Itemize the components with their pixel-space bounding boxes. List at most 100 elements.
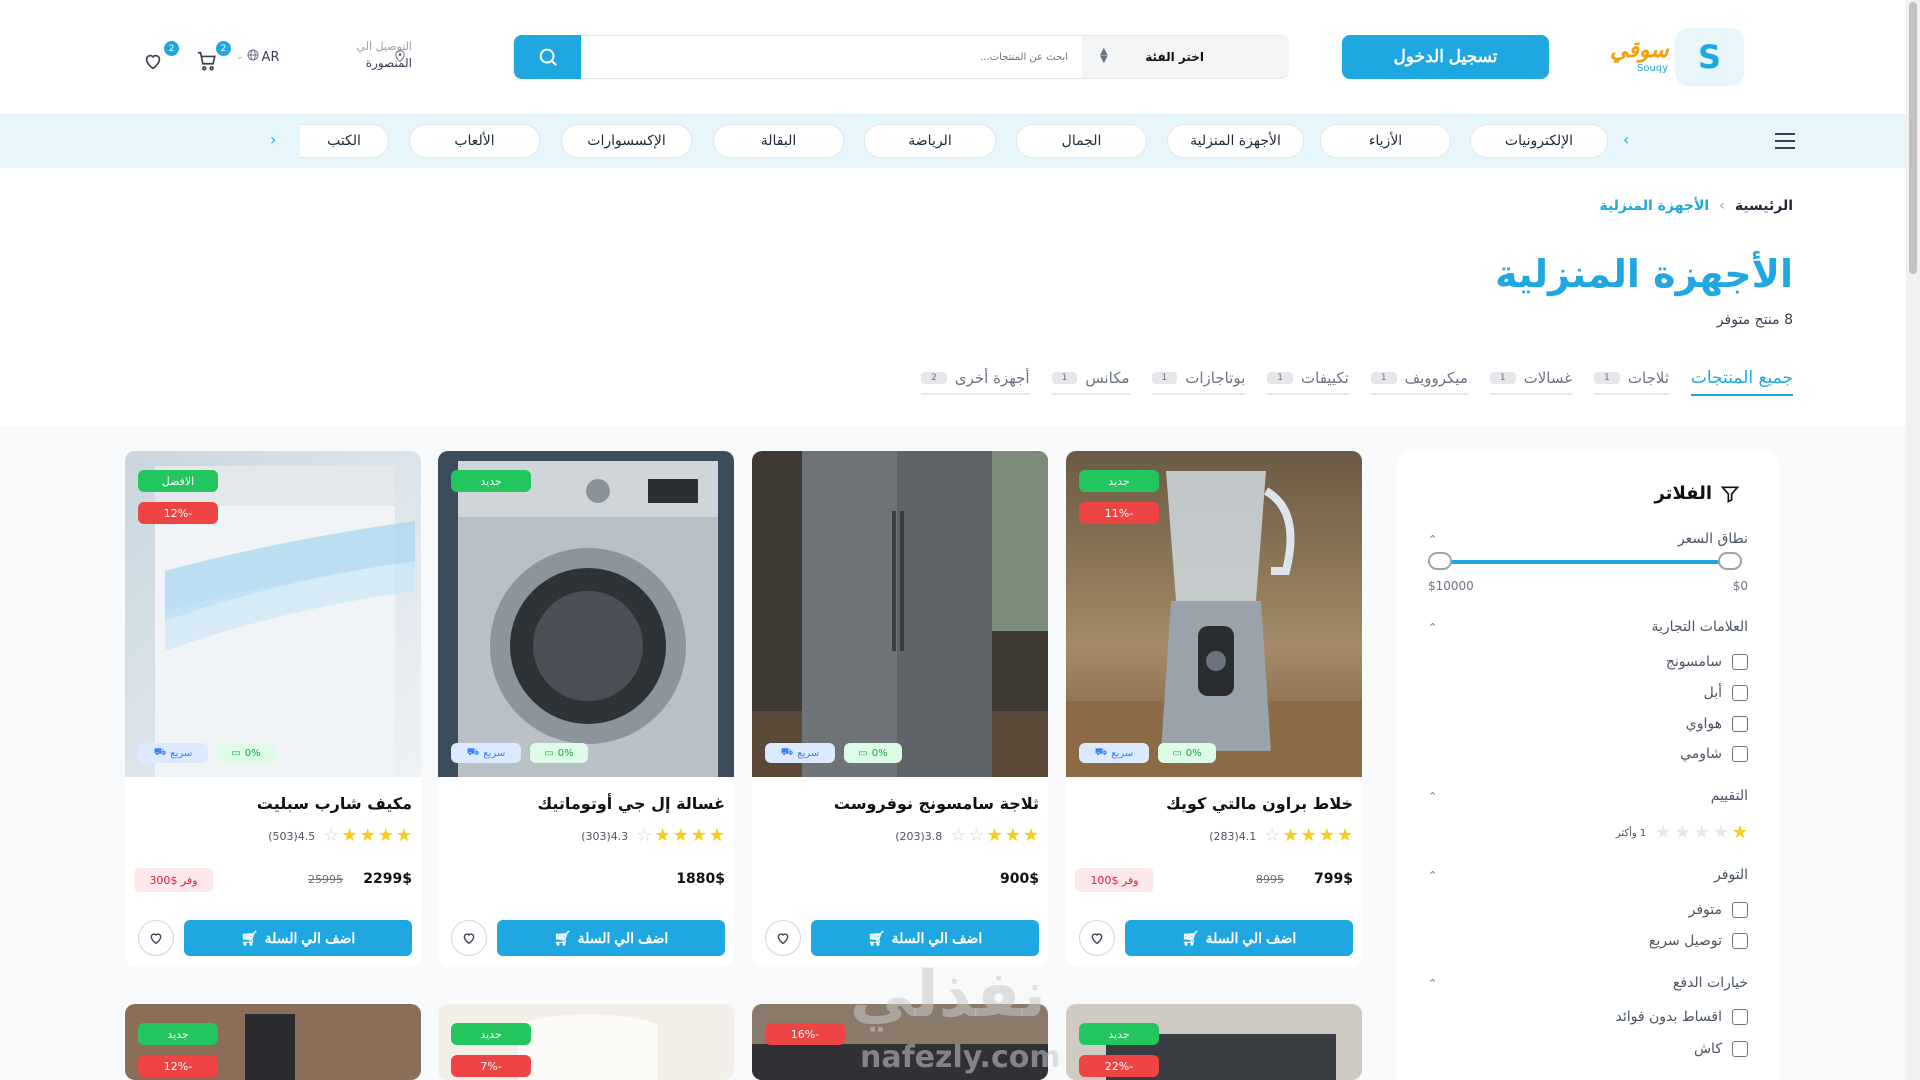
product-card[interactable]: جديد -7% <box>438 1004 734 1080</box>
old-price: 25995 <box>308 873 343 886</box>
product-name[interactable]: ثلاجة سامسونج نوفروست <box>834 794 1039 813</box>
product-name[interactable]: خلاط براون مالتي كويك <box>1166 794 1353 813</box>
availability-option[interactable]: توصيل سريع <box>1649 933 1748 949</box>
product-image-ac[interactable] <box>125 451 421 777</box>
discount-badge: -12% <box>138 1055 218 1077</box>
price-slider[interactable] <box>1432 560 1742 564</box>
category-select-label: اختر الفئة <box>1145 50 1204 64</box>
chevron-up-icon[interactable]: ⌃ <box>1428 533 1437 546</box>
checkbox[interactable] <box>1732 685 1748 701</box>
product-card[interactable]: جديد -11% سريع ⛟ 0% ▭ خلاط براون مالتي كوي… <box>1066 451 1362 967</box>
product-card[interactable]: جديد -22% <box>1066 1004 1362 1080</box>
language-switcher[interactable]: ⌄ AR <box>236 49 279 65</box>
login-button[interactable]: تسجيل الدخول <box>1342 35 1549 79</box>
nav-pill[interactable]: الإكسسوارات <box>561 124 692 158</box>
menu-icon[interactable] <box>1774 132 1796 154</box>
nav-pill[interactable]: الجمال <box>1016 124 1147 158</box>
card-icon: ▭ <box>231 747 241 759</box>
nav-pill[interactable]: الرياضة <box>864 124 996 158</box>
checkbox[interactable] <box>1732 746 1748 762</box>
cart-icon: 🛒︎ <box>867 929 886 946</box>
nav-pill[interactable]: الإلكترونيات <box>1470 124 1608 158</box>
page-title: الأجهزة المنزلية <box>1495 252 1793 296</box>
add-to-cart-button[interactable]: اضف الي السلة 🛒︎ <box>1125 920 1353 956</box>
brand-option[interactable]: سامسونج <box>1666 654 1748 670</box>
tab-others[interactable]: أجهزة أخرى 2 <box>921 369 1030 395</box>
star-icon: ★ <box>1318 825 1335 846</box>
product-card[interactable]: الافضل -12% سريع ⛟ 0% ▭ مكيف شارب سبليت ★ ★… <box>125 451 421 967</box>
checkbox[interactable] <box>1732 1009 1748 1025</box>
star-icon: ☆ <box>950 825 967 846</box>
add-to-cart-button[interactable]: اضف الي السلة 🛒︎ <box>811 920 1039 956</box>
checkbox[interactable] <box>1732 902 1748 918</box>
tab-washers[interactable]: غسالات 1 <box>1489 369 1573 395</box>
product-image-blender[interactable] <box>1066 451 1362 777</box>
logo-icon[interactable]: S <box>1675 28 1744 86</box>
discount-badge: -22% <box>1079 1055 1159 1077</box>
cart-button[interactable]: 2 <box>196 41 231 76</box>
tab-microwaves[interactable]: ميكروويف 1 <box>1370 369 1468 395</box>
chevron-up-icon[interactable]: ⌃ <box>1428 977 1437 990</box>
rating-filter[interactable]: ★ ★ ★ ★ ★ 1 وأكثر <box>1616 824 1748 842</box>
brand-option[interactable]: شاومي <box>1680 746 1748 762</box>
checkbox[interactable] <box>1732 933 1748 949</box>
search-button[interactable] <box>514 35 581 79</box>
wishlist-button[interactable] <box>451 920 487 956</box>
wishlist-button[interactable]: 2 <box>142 41 179 76</box>
tab-fridges[interactable]: ثلاجات 1 <box>1594 369 1669 395</box>
chevron-down-icon: ⌄ <box>236 52 244 62</box>
product-card[interactable]: سريع ⛟ 0% ▭ ثلاجة سامسونج نوفروست ★ ★ ★ ☆ ☆ 3.… <box>752 451 1048 967</box>
filters-panel: الفلاتر نطاق السعر ⌃ $10000 $0 العلامات … <box>1396 451 1780 1080</box>
fast-delivery-badge: سريع ⛟ <box>765 743 835 763</box>
breadcrumb-current[interactable]: الأجهزة المنزلية <box>1599 198 1709 214</box>
add-to-cart-button[interactable]: اضف الي السلة 🛒︎ <box>184 920 412 956</box>
fast-delivery-badge: سريع ⛟ <box>138 743 208 763</box>
product-name[interactable]: غسالة إل جي أوتوماتيك <box>537 794 725 813</box>
new-badge: جديد <box>451 1023 531 1045</box>
payment-option[interactable]: اقساط بدون فوائد <box>1615 1009 1748 1025</box>
nav-pill[interactable]: الكتب <box>300 124 389 158</box>
nav-pill[interactable]: الأزياء <box>1320 124 1451 158</box>
checkbox[interactable] <box>1732 1041 1748 1057</box>
nav-pill[interactable]: الأجهزة المنزلية <box>1167 124 1304 158</box>
chevron-left-icon[interactable]: ‹ <box>1623 130 1629 149</box>
nav-pill[interactable]: الألعاب <box>409 124 540 158</box>
price-slider-knob-min[interactable] <box>1718 552 1742 570</box>
nav-pill[interactable]: البقالة <box>713 124 844 158</box>
tab-vacuums[interactable]: مكانس 1 <box>1051 369 1130 395</box>
search-input[interactable] <box>582 36 1082 78</box>
chevron-up-icon[interactable]: ⌃ <box>1428 621 1437 634</box>
breadcrumb-home[interactable]: الرئيسية <box>1735 198 1793 214</box>
chevron-right-icon[interactable]: › <box>270 130 276 149</box>
tab-acs[interactable]: تكييفات 1 <box>1267 369 1349 395</box>
wishlist-button[interactable] <box>1079 920 1115 956</box>
page-scrollbar[interactable] <box>1906 0 1920 1080</box>
category-select[interactable]: اختر الفئة ▲ ▼ <box>1082 36 1289 78</box>
product-image-washer[interactable] <box>438 451 734 777</box>
price-max-label: $10000 <box>1428 579 1474 593</box>
brand-option[interactable]: أبل <box>1704 685 1748 701</box>
checkbox[interactable] <box>1732 716 1748 732</box>
cart-icon: 🛒︎ <box>1181 929 1200 946</box>
availability-option[interactable]: متوفر <box>1689 902 1748 918</box>
product-card[interactable]: جديد سريع ⛟ 0% ▭ غسالة إل جي أوتوماتيك ★ ★ ★… <box>438 451 734 967</box>
brand-option[interactable]: هواوي <box>1686 716 1748 732</box>
category-nav: ‹ الإلكترونيات الأزياء الأجهزة المنزلية … <box>0 114 1906 168</box>
logo-subtext: Souqy <box>1637 63 1669 74</box>
checkbox[interactable] <box>1732 654 1748 670</box>
product-image-fridge[interactable] <box>752 451 1048 777</box>
tab-stoves[interactable]: بوتاجازات 1 <box>1151 369 1246 395</box>
tab-all[interactable]: جميع المنتجات <box>1690 368 1793 396</box>
product-card[interactable]: جديد -12% <box>125 1004 421 1080</box>
product-name[interactable]: مكيف شارب سبليت <box>257 794 412 813</box>
price-slider-knob-max[interactable] <box>1428 552 1452 570</box>
wishlist-button[interactable] <box>138 920 174 956</box>
scrollbar-thumb[interactable] <box>1909 2 1917 274</box>
chevron-up-icon[interactable]: ⌃ <box>1428 790 1437 803</box>
chevron-up-icon[interactable]: ⌃ <box>1428 869 1437 882</box>
logo-text[interactable]: سوقي <box>1610 38 1669 63</box>
add-to-cart-button[interactable]: اضف الي السلة 🛒︎ <box>497 920 725 956</box>
star-icon: ★ <box>341 825 358 846</box>
wishlist-button[interactable] <box>765 920 801 956</box>
payment-option[interactable]: كاش <box>1694 1041 1748 1057</box>
